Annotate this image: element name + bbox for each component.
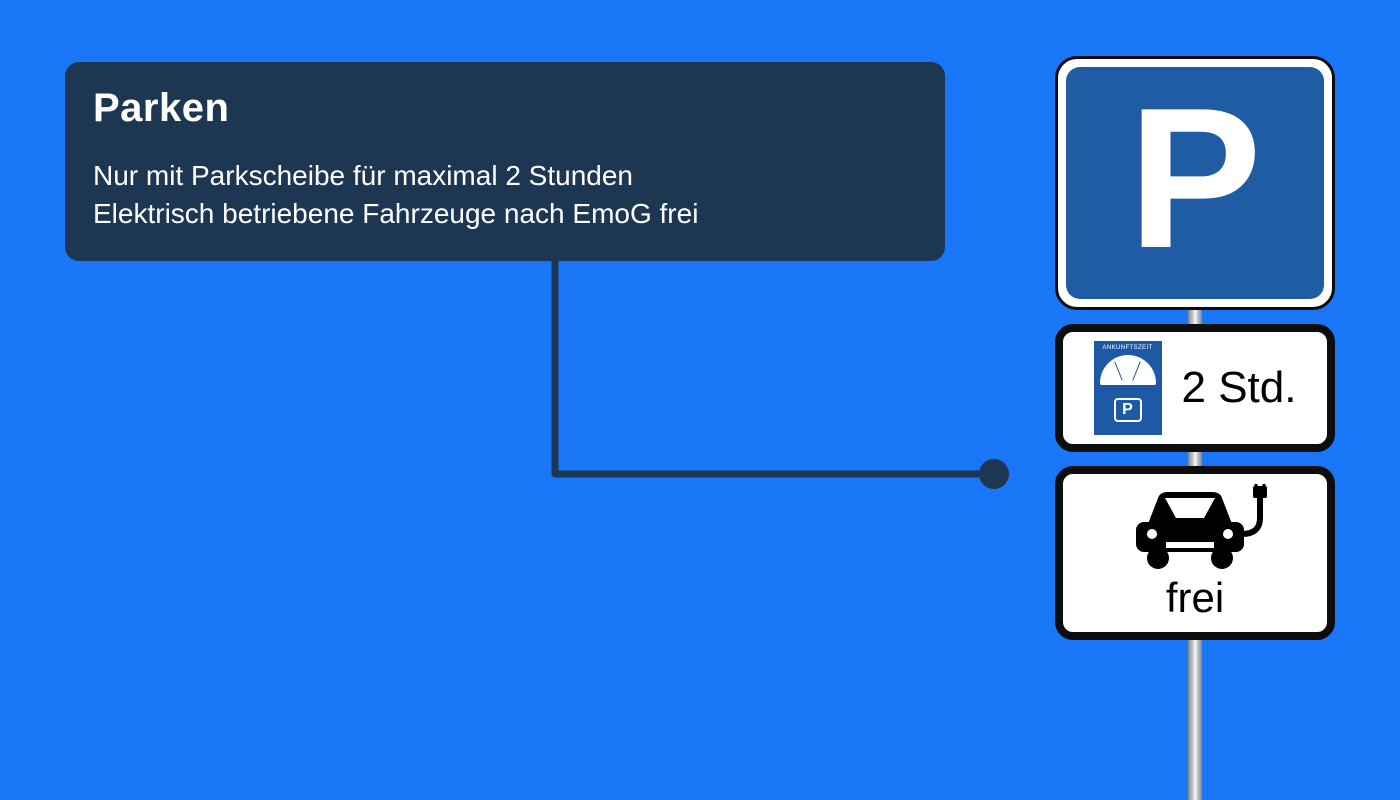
- sign-assembly: P ANKUNFTSZEIT P 2 Std.: [1050, 56, 1340, 800]
- info-line-2: Elektrisch betriebene Fahrzeuge nach Emo…: [93, 195, 917, 233]
- disc-duration-text: 2 Std.: [1182, 363, 1297, 413]
- parking-letter: P: [1128, 79, 1261, 279]
- info-line-1: Nur mit Parkscheibe für maximal 2 Stunde…: [93, 157, 917, 195]
- parking-sign: P: [1055, 56, 1335, 310]
- info-title: Parken: [93, 86, 917, 131]
- parking-disc-sign: ANKUNFTSZEIT P 2 Std.: [1055, 324, 1335, 452]
- pole-segment: [1188, 452, 1202, 466]
- ev-car-plug-icon: [1110, 484, 1280, 576]
- info-callout: Parken Nur mit Parkscheibe für maximal 2…: [65, 62, 945, 261]
- disc-mini-p: P: [1114, 398, 1142, 422]
- parking-sign-inner: P: [1066, 67, 1324, 299]
- parking-disc-icon: ANKUNFTSZEIT P: [1094, 341, 1162, 435]
- disc-top-label: ANKUNFTSZEIT: [1102, 345, 1152, 351]
- pole-segment: [1188, 640, 1202, 800]
- ev-free-sign: frei: [1055, 466, 1335, 640]
- disc-dial-icon: [1100, 355, 1156, 385]
- ev-free-label: frei: [1166, 574, 1224, 622]
- pole-segment: [1188, 310, 1202, 324]
